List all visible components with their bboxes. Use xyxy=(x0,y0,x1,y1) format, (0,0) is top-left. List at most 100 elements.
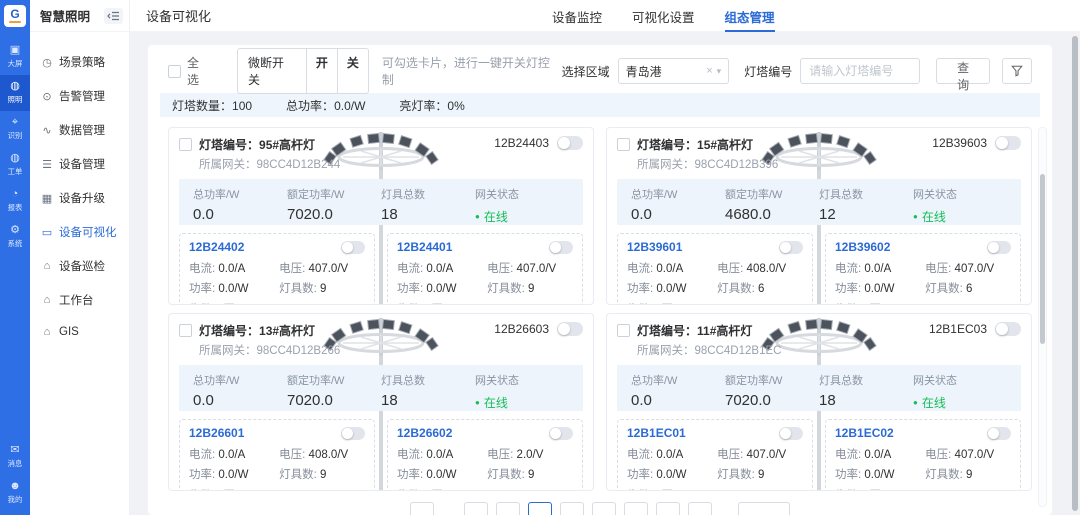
branch-switch-toggle[interactable] xyxy=(779,427,803,440)
pagination-page-button[interactable] xyxy=(464,502,488,515)
page-scrollbar-thumb[interactable] xyxy=(1072,36,1078,511)
branch-switch-toggle[interactable] xyxy=(779,241,803,254)
alarm-row: 告警原因: ⋮ xyxy=(835,487,1011,491)
pagination-page-button[interactable] xyxy=(688,502,712,515)
breaker-on-button[interactable]: 开 xyxy=(306,49,337,93)
tower-switch-toggle[interactable] xyxy=(557,322,583,336)
rail-item-照明[interactable]: ◍ 照明 xyxy=(0,75,30,111)
branch-id-link[interactable]: 12B24402 xyxy=(189,240,244,254)
sidebar-item-GIS[interactable]: ⌂ GIS xyxy=(30,317,129,347)
sidebar-item-工作台[interactable]: ⌂ 工作台 xyxy=(30,283,129,317)
sidebar-item-告警管理[interactable]: ⊙ 告警管理 xyxy=(30,79,129,113)
content-panel: 全选 微断开关 开 关 可勾选卡片，进行一键开关灯控制 选择区域 青岛港 × ▾ xyxy=(148,45,1052,515)
kebab-menu-icon[interactable]: ⋮ xyxy=(791,303,803,305)
breaker-off-button[interactable]: 关 xyxy=(337,49,368,93)
page-scrollbar[interactable] xyxy=(1071,32,1080,515)
lighting-rate-label: 亮灯率： xyxy=(399,99,447,113)
workorder-icon: ◍ xyxy=(10,152,20,165)
card-head-text: 灯塔编号：13#高杆灯 所属网关：98CC4D12B266 xyxy=(199,322,340,358)
card-checkbox[interactable] xyxy=(617,324,630,337)
branch-switch-toggle[interactable] xyxy=(987,241,1011,254)
card-checkbox[interactable] xyxy=(179,138,192,151)
rail-item-大屏[interactable]: ▣ 大屏 xyxy=(0,39,30,75)
branch-switch-toggle[interactable] xyxy=(549,241,573,254)
rail-item-消息[interactable]: ✉ 消息 xyxy=(0,439,30,475)
kebab-menu-icon[interactable]: ⋮ xyxy=(999,303,1011,305)
rail-item-我的[interactable]: ☻ 我的 xyxy=(0,475,30,511)
lamps-label: 灯具数: xyxy=(487,469,525,481)
rail-item-识别[interactable]: ⌖ 识别 xyxy=(0,111,30,147)
power-label: 功率: xyxy=(627,469,653,481)
power-label: 功率: xyxy=(397,283,423,295)
tower-no-input[interactable] xyxy=(800,58,920,84)
branch-switch-toggle[interactable] xyxy=(341,241,365,254)
branch-kv-grid: 电流: 0.0/A 电压: 407.0/V 功率: 0.0/W 灯具数: 9 xyxy=(189,260,365,296)
kv-power: 功率: 0.0/W xyxy=(835,280,925,296)
stat-label: 额定功率/W xyxy=(287,186,381,202)
kv-power: 功率: 0.0/W xyxy=(189,280,279,296)
tab-可视化设置[interactable]: 可视化设置 xyxy=(630,0,697,32)
sidebar-item-数据管理[interactable]: ∿ 数据管理 xyxy=(30,113,129,147)
lamps-label: 灯具数: xyxy=(717,283,755,295)
kebab-menu-icon[interactable]: ⋮ xyxy=(561,303,573,305)
tower-switch-toggle[interactable] xyxy=(557,136,583,150)
branch-id-link[interactable]: 12B1EC01 xyxy=(627,426,686,440)
sidebar-collapse-button[interactable] xyxy=(104,8,123,24)
branch-id-link[interactable]: 12B39601 xyxy=(627,240,682,254)
card-head-right: 12B26603 xyxy=(494,322,583,336)
pagination-page-button[interactable] xyxy=(560,502,584,515)
region-select[interactable]: 青岛港 × ▾ xyxy=(618,58,730,84)
pagination-page-button[interactable] xyxy=(496,502,520,515)
total-power-value: 0.0/W xyxy=(334,99,365,113)
kebab-menu-icon[interactable]: ⋮ xyxy=(353,303,365,305)
kebab-menu-icon[interactable]: ⋮ xyxy=(561,489,573,491)
card-checkbox[interactable] xyxy=(179,324,192,337)
kebab-menu-icon[interactable]: ⋮ xyxy=(791,489,803,491)
rail-item-工单[interactable]: ◍ 工单 xyxy=(0,147,30,183)
tower-switch-toggle[interactable] xyxy=(995,322,1021,336)
rail-item-系统[interactable]: ⚙ 系统 xyxy=(0,219,30,255)
tower-switch-toggle[interactable] xyxy=(995,136,1021,150)
branch-switch-toggle[interactable] xyxy=(987,427,1011,440)
pagination-page-button[interactable] xyxy=(592,502,616,515)
kebab-menu-icon[interactable]: ⋮ xyxy=(999,489,1011,491)
sidebar-item-设备升级[interactable]: ▦ 设备升级 xyxy=(30,181,129,215)
card-checkbox[interactable] xyxy=(617,138,630,151)
lamps-label: 灯具数: xyxy=(717,469,755,481)
current-value: 0.0/A xyxy=(656,263,683,275)
power-label: 功率: xyxy=(189,283,215,295)
gateway-value: 98CC4D12B244 xyxy=(257,159,341,171)
pagination-page-button[interactable] xyxy=(624,502,648,515)
sidebar-item-场景策略[interactable]: ◷ 场景策略 xyxy=(30,45,129,79)
kebab-menu-icon[interactable]: ⋮ xyxy=(353,489,365,491)
query-button[interactable]: 查询 xyxy=(936,58,990,84)
branch-id-link[interactable]: 12B26602 xyxy=(397,426,452,440)
filter-button[interactable] xyxy=(1002,58,1032,84)
pagination-page-button[interactable] xyxy=(528,502,552,515)
branch-id-link[interactable]: 12B39602 xyxy=(835,240,890,254)
tab-设备监控[interactable]: 设备监控 xyxy=(550,0,604,32)
select-all-checkbox[interactable] xyxy=(168,65,181,78)
cards-scrollbar[interactable] xyxy=(1038,127,1047,507)
voltage-label: 电压: xyxy=(925,449,951,461)
sidebar-item-设备巡检[interactable]: ⌂ 设备巡检 xyxy=(30,249,129,283)
branch-id-link[interactable]: 12B24401 xyxy=(397,240,452,254)
branch-switch-toggle[interactable] xyxy=(549,427,573,440)
pagination-prev-button[interactable] xyxy=(410,502,434,515)
tab-组态管理[interactable]: 组态管理 xyxy=(723,0,777,32)
voltage-value: 407.0/V xyxy=(955,449,995,461)
online-status-text: 在线 xyxy=(922,208,946,225)
branch-id-link[interactable]: 12B1EC02 xyxy=(835,426,894,440)
pagination-size-box[interactable] xyxy=(738,502,790,515)
branch-switch-toggle[interactable] xyxy=(341,427,365,440)
cards-scrollbar-thumb[interactable] xyxy=(1040,174,1045,344)
voltage-value: 2.0/V xyxy=(517,449,544,461)
pagination-page-button[interactable] xyxy=(656,502,680,515)
power-value: 0.0/W xyxy=(426,469,456,481)
sidebar-item-设备管理[interactable]: ☰ 设备管理 xyxy=(30,147,129,181)
rail-item-报表[interactable]: ◔ 报表 xyxy=(0,183,30,219)
kv-power: 功率: 0.0/W xyxy=(627,280,717,296)
branch-id-link[interactable]: 12B26601 xyxy=(189,426,244,440)
sidebar-item-设备可视化[interactable]: ▭ 设备可视化 xyxy=(30,215,129,249)
clear-icon[interactable]: × xyxy=(706,65,712,77)
